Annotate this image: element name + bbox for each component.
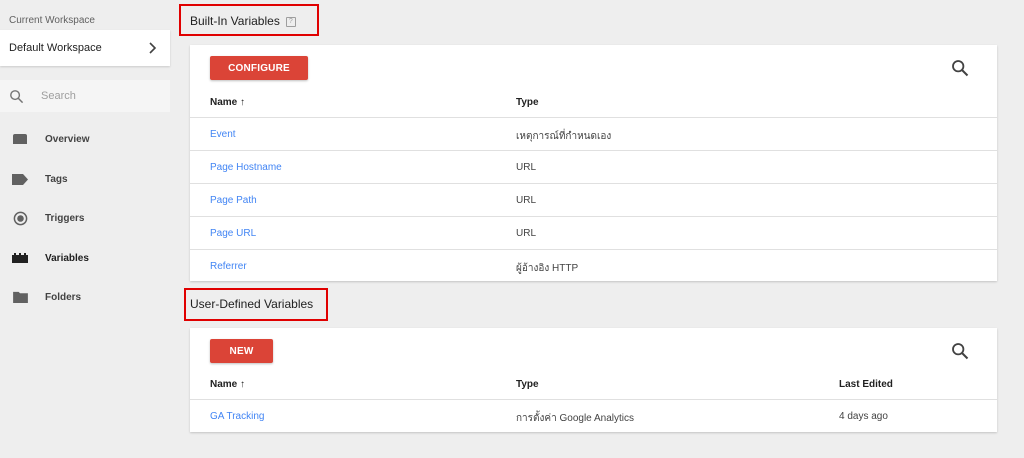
variable-name-link[interactable]: Event	[210, 129, 236, 140]
sidebar-item-folders[interactable]: Folders	[0, 282, 170, 312]
new-variable-button[interactable]: NEW	[210, 339, 273, 363]
table-row: Page Path URL	[190, 183, 997, 216]
variable-name-link[interactable]: Page URL	[210, 228, 256, 239]
sidebar-item-label: Overview	[45, 133, 90, 145]
current-workspace-label: Current Workspace	[9, 15, 95, 26]
folder-icon	[12, 290, 28, 304]
column-header-type: Type	[516, 97, 539, 108]
sidebar-item-label: Folders	[45, 291, 82, 303]
sidebar-item-variables[interactable]: Variables	[0, 243, 170, 273]
userdefined-variables-card: NEW Name ↑ Type Last Edited GA Tracking …	[190, 328, 997, 432]
variable-name-link[interactable]: GA Tracking	[210, 411, 264, 422]
tag-icon	[12, 172, 28, 186]
variable-name-link[interactable]: Page Hostname	[210, 162, 282, 173]
overview-icon	[12, 132, 28, 146]
column-header-name[interactable]: Name ↑	[210, 97, 245, 108]
table-row: GA Tracking การตั้งค่า Google Analytics …	[190, 399, 997, 432]
column-header-name[interactable]: Name ↑	[210, 379, 245, 390]
sidebar-item-overview[interactable]: Overview	[0, 124, 170, 154]
variable-type: ผู้อ้างอิง HTTP	[516, 263, 579, 274]
table-row: Event เหตุการณ์ที่กำหนดเอง	[190, 117, 997, 150]
search-icon	[10, 89, 24, 103]
sidebar-item-label: Triggers	[45, 212, 85, 224]
sidebar-item-tags[interactable]: Tags	[0, 164, 170, 194]
sidebar-item-label: Tags	[45, 173, 68, 185]
variable-type: URL	[516, 195, 537, 206]
builtin-variables-card: CONFIGURE Name ↑ Type Event เหตุการณ์ที่…	[190, 45, 997, 281]
sidebar-search[interactable]	[0, 80, 170, 112]
variable-type: เหตุการณ์ที่กำหนดเอง	[516, 131, 612, 142]
sidebar-item-triggers[interactable]: Triggers	[0, 203, 170, 233]
workspace-name: Default Workspace	[9, 42, 102, 54]
last-edited: 4 days ago	[839, 411, 888, 422]
variable-name-link[interactable]: Referrer	[210, 261, 247, 272]
table-header: Name ↑ Type	[190, 94, 997, 114]
highlight-box	[179, 4, 319, 36]
search-icon[interactable]	[951, 342, 969, 360]
column-header-last-edited: Last Edited	[839, 379, 893, 390]
highlight-box	[184, 288, 328, 321]
variable-type: URL	[516, 228, 537, 239]
variable-type: การตั้งค่า Google Analytics	[516, 413, 634, 424]
variable-name-link[interactable]: Page Path	[210, 195, 257, 206]
workspace-selector[interactable]: Default Workspace	[0, 30, 170, 66]
sidebar-item-label: Variables	[45, 252, 89, 264]
search-input[interactable]	[41, 90, 151, 102]
table-row: Page URL URL	[190, 216, 997, 249]
table-header: Name ↑ Type Last Edited	[190, 376, 997, 396]
column-header-type: Type	[516, 379, 539, 390]
trigger-icon	[12, 211, 28, 225]
configure-button[interactable]: CONFIGURE	[210, 56, 308, 80]
chevron-right-icon	[149, 42, 157, 54]
variable-type: URL	[516, 162, 537, 173]
table-row: Referrer ผู้อ้างอิง HTTP	[190, 249, 997, 282]
variables-icon	[12, 251, 28, 265]
table-row: Page Hostname URL	[190, 150, 997, 183]
search-icon[interactable]	[951, 59, 969, 77]
sidebar: Current Workspace Default Workspace Over…	[0, 0, 172, 458]
